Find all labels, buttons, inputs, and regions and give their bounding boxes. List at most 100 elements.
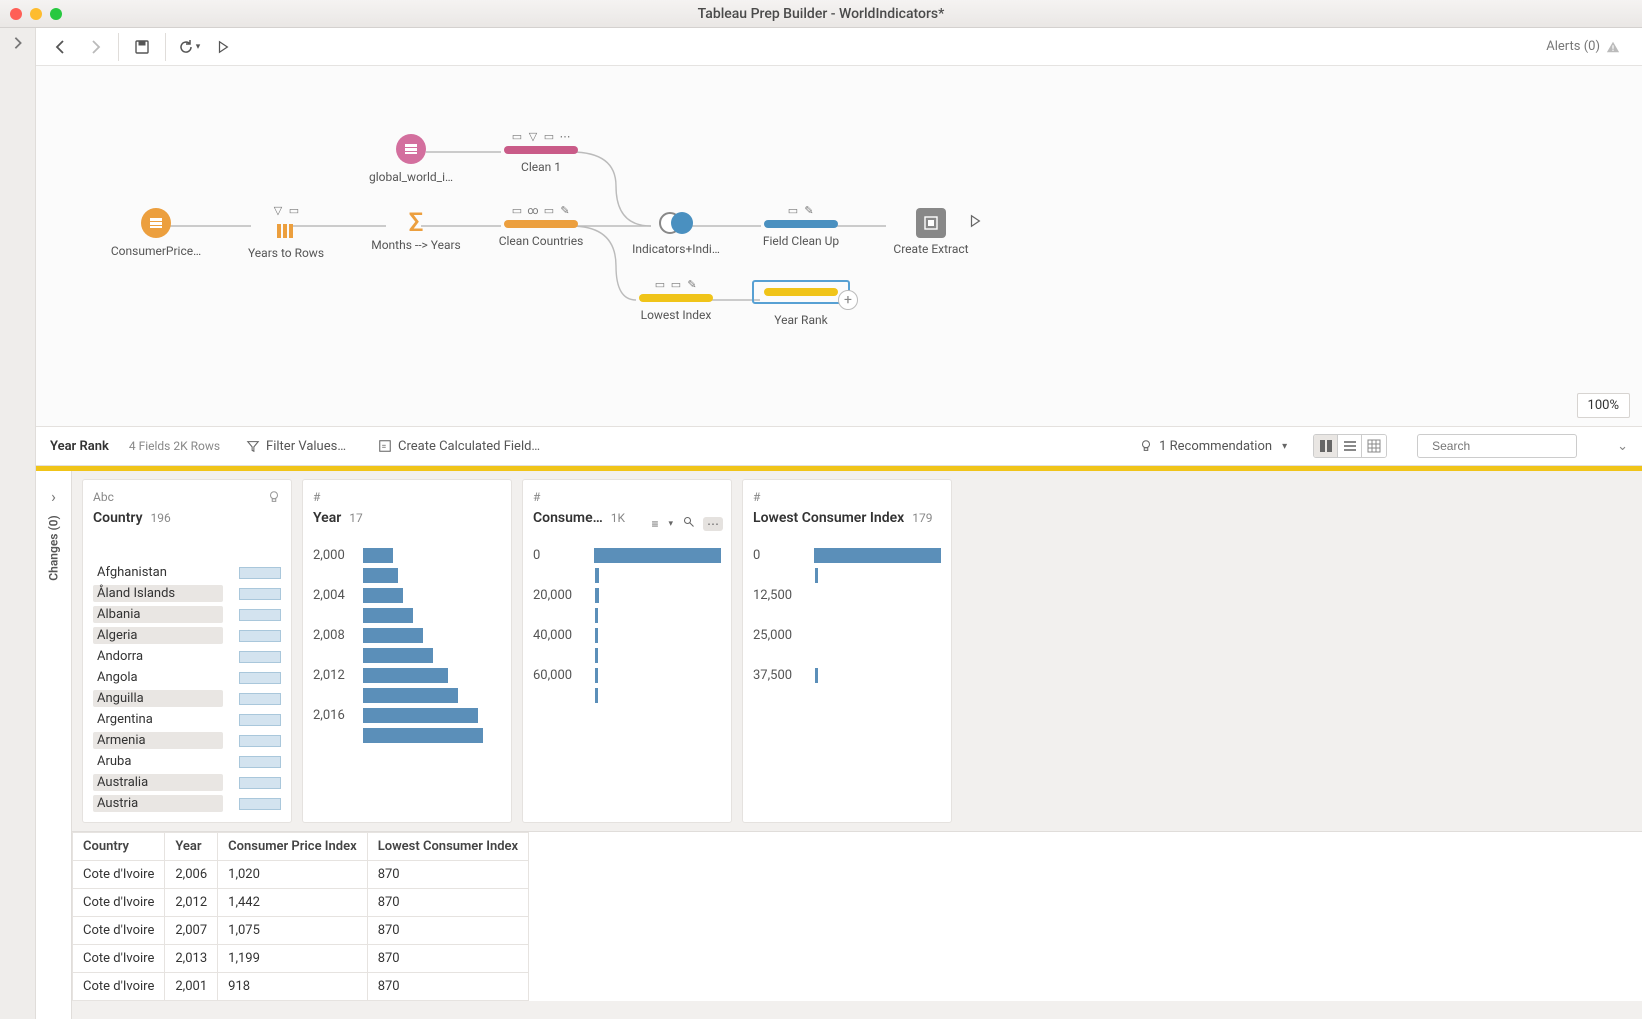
country-value-label: Aruba — [93, 753, 223, 770]
node-label: Indicators+Indi… — [611, 242, 741, 256]
save-button[interactable] — [125, 33, 159, 61]
table-cell: 918 — [218, 973, 368, 1001]
histogram-row[interactable]: 12,500 — [753, 586, 941, 604]
country-value-row[interactable]: Afghanistan — [93, 562, 281, 583]
table-row[interactable]: Cote d'Ivoire2,001918870 — [73, 973, 529, 1001]
country-value-row[interactable]: Austria — [93, 793, 281, 814]
flow-node-consumer-price[interactable]: ConsumerPrice… — [91, 208, 221, 258]
country-value-row[interactable]: Angola — [93, 667, 281, 688]
data-grid-table[interactable]: CountryYearConsumer Price IndexLowest Co… — [72, 832, 529, 1001]
forward-button[interactable] — [78, 33, 112, 61]
flow-node-clean1[interactable]: ▭▽▭⋯ Clean 1 — [476, 130, 606, 174]
field-card-year[interactable]: # Year 17 2,0002,0042,0082,0122,016 — [302, 479, 512, 823]
histogram-row[interactable] — [313, 606, 501, 624]
flow-node-create-extract[interactable]: Create Extract — [866, 208, 996, 256]
flow-node-field-clean-up[interactable]: ▭✎ Field Clean Up — [736, 204, 866, 248]
sort-button[interactable]: ≡ — [649, 515, 660, 533]
histogram-row[interactable] — [313, 686, 501, 704]
lightbulb-icon[interactable] — [267, 490, 281, 504]
histogram-row[interactable] — [753, 606, 941, 624]
table-row[interactable]: Cote d'Ivoire2,0071,075870 — [73, 917, 529, 945]
histogram-row[interactable]: 2,000 — [313, 546, 501, 564]
table-row[interactable]: Cote d'Ivoire2,0061,020870 — [73, 861, 529, 889]
search-values-button[interactable] — [681, 514, 697, 533]
histogram-row[interactable] — [533, 646, 721, 664]
histogram-row[interactable]: 2,008 — [313, 626, 501, 644]
collapse-profile-button[interactable]: ⌄ — [1617, 439, 1628, 454]
histogram-bar — [363, 708, 478, 723]
histogram-row[interactable] — [533, 566, 721, 584]
alerts-indicator[interactable]: Alerts (0) — [1546, 39, 1620, 54]
back-button[interactable] — [44, 33, 78, 61]
view-grid-button[interactable] — [1362, 435, 1386, 457]
field-card-cpi[interactable]: # Consume… 1K ≡ ▾ ⋯ 020,00040,00060,000 — [522, 479, 732, 823]
country-value-row[interactable]: Anguilla — [93, 688, 281, 709]
field-more-menu-button[interactable]: ⋯ — [703, 517, 723, 531]
changes-panel-rail[interactable]: › Changes (0) — [36, 471, 72, 1019]
filter-values-button[interactable]: Filter Values… — [240, 435, 352, 458]
table-row[interactable]: Cote d'Ivoire2,0131,199870 — [73, 945, 529, 973]
histogram-row[interactable]: 2,016 — [313, 706, 501, 724]
country-value-row[interactable]: Aruba — [93, 751, 281, 772]
flow-canvas[interactable]: global_world_i… ▭▽▭⋯ Clean 1 ConsumerPri… — [36, 66, 1642, 426]
country-value-row[interactable]: Australia — [93, 772, 281, 793]
histogram-row[interactable] — [313, 566, 501, 584]
country-value-row[interactable]: Algeria — [93, 625, 281, 646]
country-value-row[interactable]: Albania — [93, 604, 281, 625]
table-cell: 1,075 — [218, 917, 368, 945]
histogram-bin-label: 0 — [753, 548, 808, 563]
search-field[interactable] — [1417, 434, 1577, 458]
histogram-row[interactable] — [313, 726, 501, 744]
create-calc-button[interactable]: = Create Calculated Field… — [372, 435, 546, 458]
field-card-lci[interactable]: # Lowest Consumer Index 179 012,50025,00… — [742, 479, 952, 823]
histogram-row[interactable]: 20,000 — [533, 586, 721, 604]
flow-node-indicators[interactable]: Indicators+Indi… — [611, 208, 741, 256]
zoom-level[interactable]: 100% — [1577, 393, 1630, 418]
recommendations-button[interactable]: 1 Recommendation ▾ — [1133, 435, 1293, 458]
histogram-row[interactable] — [533, 686, 721, 704]
flow-node-clean-countries[interactable]: ▭∞▭✎ Clean Countries — [476, 204, 606, 248]
country-value-row[interactable]: Åland Islands — [93, 583, 281, 604]
histogram-row[interactable] — [753, 566, 941, 584]
flow-node-months-years[interactable]: Σ Months --> Years — [351, 208, 481, 252]
search-input[interactable] — [1432, 439, 1587, 453]
country-value-row[interactable]: Argentina — [93, 709, 281, 730]
field-type-label: # — [313, 490, 320, 504]
histogram-row[interactable]: 60,000 — [533, 666, 721, 684]
histogram-bar — [595, 668, 598, 683]
histogram-row[interactable]: 25,000 — [753, 626, 941, 644]
run-flow-button[interactable] — [206, 33, 240, 61]
table-header-cell[interactable]: Country — [73, 833, 165, 861]
sort-dropdown-button[interactable]: ▾ — [666, 517, 675, 531]
histogram-row[interactable]: 0 — [533, 546, 721, 564]
table-row[interactable]: Cote d'Ivoire2,0121,442870 — [73, 889, 529, 917]
add-step-button[interactable]: + — [838, 290, 858, 310]
filter-icon: ▽ — [272, 204, 284, 216]
view-profile-button[interactable] — [1314, 435, 1338, 457]
field-card-country[interactable]: Abc Country 196 AfghanistanÅland Islands… — [82, 479, 292, 823]
histogram-row[interactable] — [533, 606, 721, 624]
country-value-row[interactable]: Andorra — [93, 646, 281, 667]
run-output-button[interactable] — [968, 214, 982, 231]
table-header-cell[interactable]: Consumer Price Index — [218, 833, 368, 861]
flow-node-global-world[interactable]: global_world_i… — [346, 134, 476, 184]
histogram-row[interactable] — [753, 686, 941, 704]
histogram-bar — [595, 688, 598, 703]
view-list-button[interactable] — [1338, 435, 1362, 457]
histogram-row[interactable]: 0 — [753, 546, 941, 564]
mini-bar — [239, 777, 281, 789]
node-label: Clean 1 — [476, 160, 606, 174]
connections-sidebar-toggle[interactable] — [0, 28, 36, 1019]
refresh-button[interactable]: ▾ — [172, 33, 206, 61]
histogram-row[interactable]: 2,012 — [313, 666, 501, 684]
flow-node-lowest-index[interactable]: ▭▭✎ Lowest Index — [611, 278, 741, 322]
histogram-row[interactable] — [313, 646, 501, 664]
histogram-row[interactable]: 40,000 — [533, 626, 721, 644]
histogram-row[interactable]: 37,500 — [753, 666, 941, 684]
histogram-row[interactable]: 2,004 — [313, 586, 501, 604]
country-value-row[interactable]: Armenia — [93, 730, 281, 751]
table-header-cell[interactable]: Lowest Consumer Index — [367, 833, 528, 861]
flow-node-years-to-rows[interactable]: ▽▭ Years to Rows — [221, 204, 351, 260]
histogram-row[interactable] — [753, 646, 941, 664]
table-header-cell[interactable]: Year — [165, 833, 218, 861]
